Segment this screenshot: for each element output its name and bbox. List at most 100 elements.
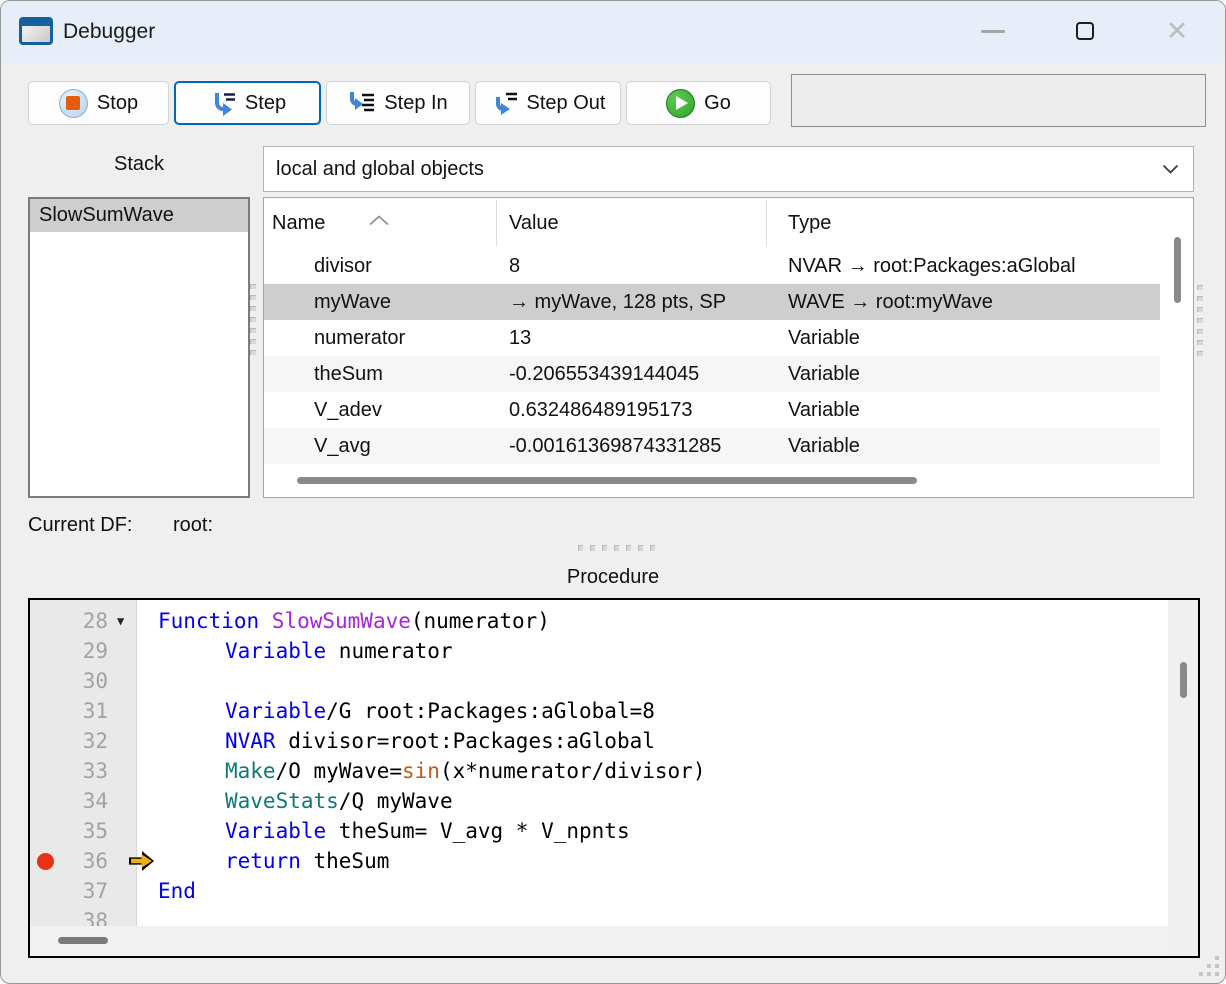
- stack-item[interactable]: SlowSumWave: [30, 199, 248, 232]
- breakpoint-gutter[interactable]: [30, 876, 56, 906]
- stop-button[interactable]: Stop: [28, 81, 169, 125]
- breakpoint-gutter[interactable]: [30, 906, 56, 926]
- step-button[interactable]: Step: [174, 81, 321, 125]
- table-horizontal-scrollbar-thumb[interactable]: [297, 477, 917, 484]
- breakpoint-gutter[interactable]: [30, 666, 56, 696]
- table-cell: -0.00161369874331285: [507, 435, 777, 458]
- table-cell: Variable: [777, 363, 1160, 386]
- objects-table-rows: divisor8NVAR → root:Packages:aGlobalmyWa…: [264, 248, 1160, 464]
- breakpoint-gutter[interactable]: [30, 756, 56, 786]
- column-header-name[interactable]: Name: [264, 212, 507, 235]
- breakpoint-gutter[interactable]: [30, 786, 56, 816]
- code-horizontal-scrollbar-thumb[interactable]: [58, 937, 108, 944]
- column-divider[interactable]: [496, 200, 497, 246]
- program-counter-icon: [129, 851, 154, 871]
- code-text: Variable theSum= V_avg * V_npnts: [136, 816, 630, 846]
- table-vertical-scrollbar-thumb[interactable]: [1174, 237, 1181, 303]
- current-df-label: Current DF:: [28, 514, 132, 536]
- fold-triangle-icon[interactable]: ▼: [117, 606, 124, 636]
- code-text: [136, 906, 158, 926]
- code-line[interactable]: 36return theSum: [30, 846, 1168, 876]
- breakpoint-gutter[interactable]: [30, 606, 56, 636]
- horizontal-splitter-handle[interactable]: [578, 545, 655, 551]
- step-out-button[interactable]: Step Out: [475, 81, 621, 125]
- maximize-icon: [1076, 22, 1094, 40]
- column-header-type[interactable]: Type: [777, 212, 1193, 235]
- code-line[interactable]: 35 Variable theSum= V_avg * V_npnts: [30, 816, 1168, 846]
- objects-dropdown[interactable]: local and global objects: [263, 146, 1194, 192]
- table-cell: Variable: [777, 399, 1160, 422]
- code-line[interactable]: 37End: [30, 876, 1168, 906]
- step-in-button-label: Step In: [384, 92, 447, 115]
- code-line[interactable]: 32NVAR divisor=root:Packages:aGlobal: [30, 726, 1168, 756]
- code-line[interactable]: 29Variable numerator: [30, 636, 1168, 666]
- left-splitter-handle[interactable]: [250, 284, 256, 355]
- fold-gutter: [108, 696, 136, 726]
- table-cell: NVAR → root:Packages:aGlobal: [777, 255, 1160, 278]
- table-row[interactable]: V_avg-0.00161369874331285Variable: [264, 428, 1160, 464]
- breakpoint-gutter[interactable]: [30, 636, 56, 666]
- code-text: Make/O myWave=sin(x*numerator/divisor): [136, 756, 705, 786]
- procedure-label: Procedure: [1, 566, 1225, 589]
- procedure-code-panel[interactable]: 28▼Function SlowSumWave(numerator)29Vari…: [28, 598, 1200, 958]
- breakpoint-gutter[interactable]: [30, 846, 56, 876]
- line-number: 32: [56, 726, 108, 756]
- code-line[interactable]: 33 Make/O myWave=sin(x*numerator/divisor): [30, 756, 1168, 786]
- table-row[interactable]: V_adev0.632486489195173Variable: [264, 392, 1160, 428]
- step-in-button[interactable]: Step In: [326, 81, 470, 125]
- breakpoint-gutter[interactable]: [30, 726, 56, 756]
- code-lines[interactable]: 28▼Function SlowSumWave(numerator)29Vari…: [30, 606, 1168, 926]
- code-line[interactable]: 28▼Function SlowSumWave(numerator): [30, 606, 1168, 636]
- code-line[interactable]: 31Variable/G root:Packages:aGlobal=8: [30, 696, 1168, 726]
- line-number: 35: [56, 816, 108, 846]
- column-divider[interactable]: [766, 200, 767, 246]
- stop-button-label: Stop: [97, 92, 138, 115]
- sort-ascending-icon: [368, 215, 390, 226]
- fold-gutter: [108, 726, 136, 756]
- fold-gutter: ▼: [108, 606, 136, 636]
- breakpoint-gutter[interactable]: [30, 696, 56, 726]
- stop-icon: [59, 89, 88, 118]
- table-row[interactable]: theSum-0.206553439144045Variable: [264, 356, 1160, 392]
- breakpoint-gutter[interactable]: [30, 816, 56, 846]
- line-number: 30: [56, 666, 108, 696]
- table-cell: Variable: [777, 327, 1160, 350]
- table-row[interactable]: myWave→ myWave, 128 pts, SPWAVE → root:m…: [264, 284, 1160, 320]
- objects-dropdown-value: local and global objects: [276, 158, 484, 181]
- code-horizontal-scrollbar[interactable]: [30, 926, 1168, 956]
- column-header-value[interactable]: Value: [507, 212, 777, 235]
- code-vertical-scrollbar[interactable]: [1168, 600, 1198, 956]
- table-row[interactable]: divisor8NVAR → root:Packages:aGlobal: [264, 248, 1160, 284]
- code-line[interactable]: 34WaveStats/Q myWave: [30, 786, 1168, 816]
- fold-gutter: [108, 636, 136, 666]
- code-text: End: [136, 876, 196, 906]
- step-out-icon: [491, 91, 518, 116]
- table-cell: V_avg: [264, 435, 507, 458]
- chevron-down-icon: [1162, 164, 1179, 175]
- table-cell: 13: [507, 327, 777, 350]
- close-button[interactable]: ✕: [1146, 9, 1208, 53]
- minimize-button[interactable]: [962, 9, 1024, 53]
- code-line[interactable]: 30: [30, 666, 1168, 696]
- table-cell: 8: [507, 255, 777, 278]
- go-icon: [666, 89, 695, 118]
- line-number: 33: [56, 756, 108, 786]
- table-row[interactable]: numerator13Variable: [264, 320, 1160, 356]
- line-number: 36: [56, 846, 108, 876]
- current-df-row: Current DF: root:: [28, 514, 132, 537]
- objects-table: Name Value Type divisor8NVAR → root:Pack…: [263, 197, 1194, 498]
- code-vertical-scrollbar-thumb[interactable]: [1180, 662, 1187, 698]
- right-splitter-handle[interactable]: [1197, 285, 1203, 356]
- stack-list[interactable]: SlowSumWave: [28, 197, 250, 498]
- line-number: 28: [56, 606, 108, 636]
- line-number: 29: [56, 636, 108, 666]
- go-button[interactable]: Go: [626, 81, 771, 125]
- table-cell: V_adev: [264, 399, 507, 422]
- table-cell: WAVE → root:myWave: [777, 291, 1160, 314]
- breakpoint-icon[interactable]: [37, 853, 54, 870]
- step-out-button-label: Step Out: [527, 92, 606, 115]
- resize-grip-icon[interactable]: [1197, 956, 1219, 978]
- code-line[interactable]: 38: [30, 906, 1168, 926]
- maximize-button[interactable]: [1054, 9, 1116, 53]
- title-bar[interactable]: Debugger ✕: [1, 1, 1225, 63]
